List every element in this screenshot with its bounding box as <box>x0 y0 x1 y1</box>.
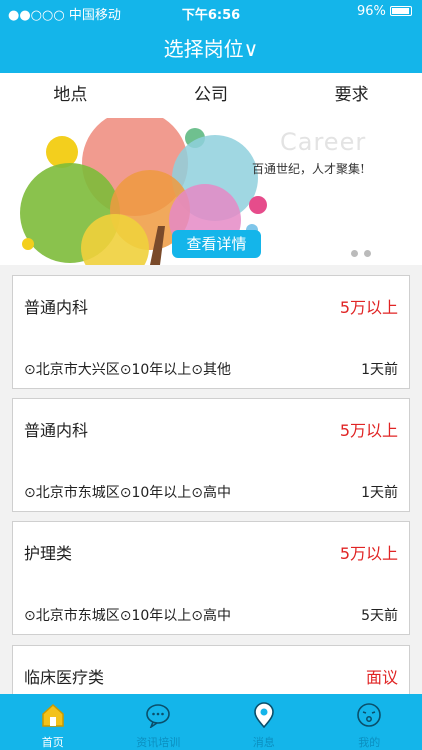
job-meta: ⊙北京市大兴区⊙10年以上⊙其他 <box>24 362 232 378</box>
job-card[interactable]: 普通内科 5万以上 ⊙北京市东城区⊙10年以上⊙高中 1天前 <box>12 398 410 512</box>
job-salary: 5万以上 <box>339 298 398 317</box>
job-salary: 5万以上 <box>339 421 398 440</box>
tab-messages[interactable]: 消息 <box>211 694 317 750</box>
job-title: 普通内科 <box>24 298 89 317</box>
chat-icon <box>146 704 171 728</box>
battery-icon <box>390 6 412 16</box>
status-right: 96% <box>357 4 412 19</box>
brand-text: Career <box>280 128 367 156</box>
job-meta: ⊙北京市东城区⊙10年以上⊙高中 <box>24 608 232 624</box>
bottom-tab-bar: 首页 资讯培训 消息 我的 <box>0 694 422 750</box>
job-card[interactable]: 普通内科 5万以上 ⊙北京市大兴区⊙10年以上⊙其他 1天前 <box>12 275 410 389</box>
tab-news-training[interactable]: 资讯培训 <box>106 694 212 750</box>
view-details-button[interactable]: 查看详情 <box>172 230 261 258</box>
carousel-dots[interactable] <box>351 242 377 261</box>
battery-percent: 96% <box>356 4 386 19</box>
job-salary: 5万以上 <box>339 544 398 563</box>
filter-requirements[interactable]: 要求 <box>281 73 422 118</box>
job-selector-title[interactable]: 选择岗位∨ <box>0 33 422 62</box>
top-bar: ●●○○○ 中国移动 下午6:56 96% 选择岗位∨ <box>0 0 422 73</box>
job-card[interactable]: 护理类 5万以上 ⊙北京市东城区⊙10年以上⊙高中 5天前 <box>12 521 410 635</box>
tab-home[interactable]: 首页 <box>0 694 106 750</box>
job-posted-time: 5天前 <box>361 608 398 624</box>
job-posted-time: 1天前 <box>361 485 398 501</box>
carousel-dot[interactable] <box>364 250 371 257</box>
home-icon <box>42 703 64 727</box>
tab-label: 资讯培训 <box>136 736 181 749</box>
status-bar: ●●○○○ 中国移动 下午6:56 96% <box>0 0 422 24</box>
banner-slogan: 百通世纪，人才聚集! <box>252 162 365 176</box>
face-icon <box>357 703 382 727</box>
job-salary: 面议 <box>365 668 398 687</box>
filter-bar: 地点 公司 要求 <box>0 73 422 118</box>
tab-label: 我的 <box>358 736 381 749</box>
job-meta: ⊙北京市东城区⊙10年以上⊙高中 <box>24 485 232 501</box>
job-posted-time: 1天前 <box>361 362 398 378</box>
filter-location[interactable]: 地点 <box>0 73 141 118</box>
filter-company[interactable]: 公司 <box>141 73 282 118</box>
tab-profile[interactable]: 我的 <box>317 694 422 750</box>
tab-label: 首页 <box>41 736 64 749</box>
job-title: 临床医疗类 <box>24 668 105 687</box>
job-title: 护理类 <box>24 544 73 563</box>
location-icon <box>253 702 274 728</box>
tab-label: 消息 <box>252 736 275 749</box>
job-title: 普通内科 <box>24 421 89 440</box>
carousel-dot[interactable] <box>351 250 358 257</box>
